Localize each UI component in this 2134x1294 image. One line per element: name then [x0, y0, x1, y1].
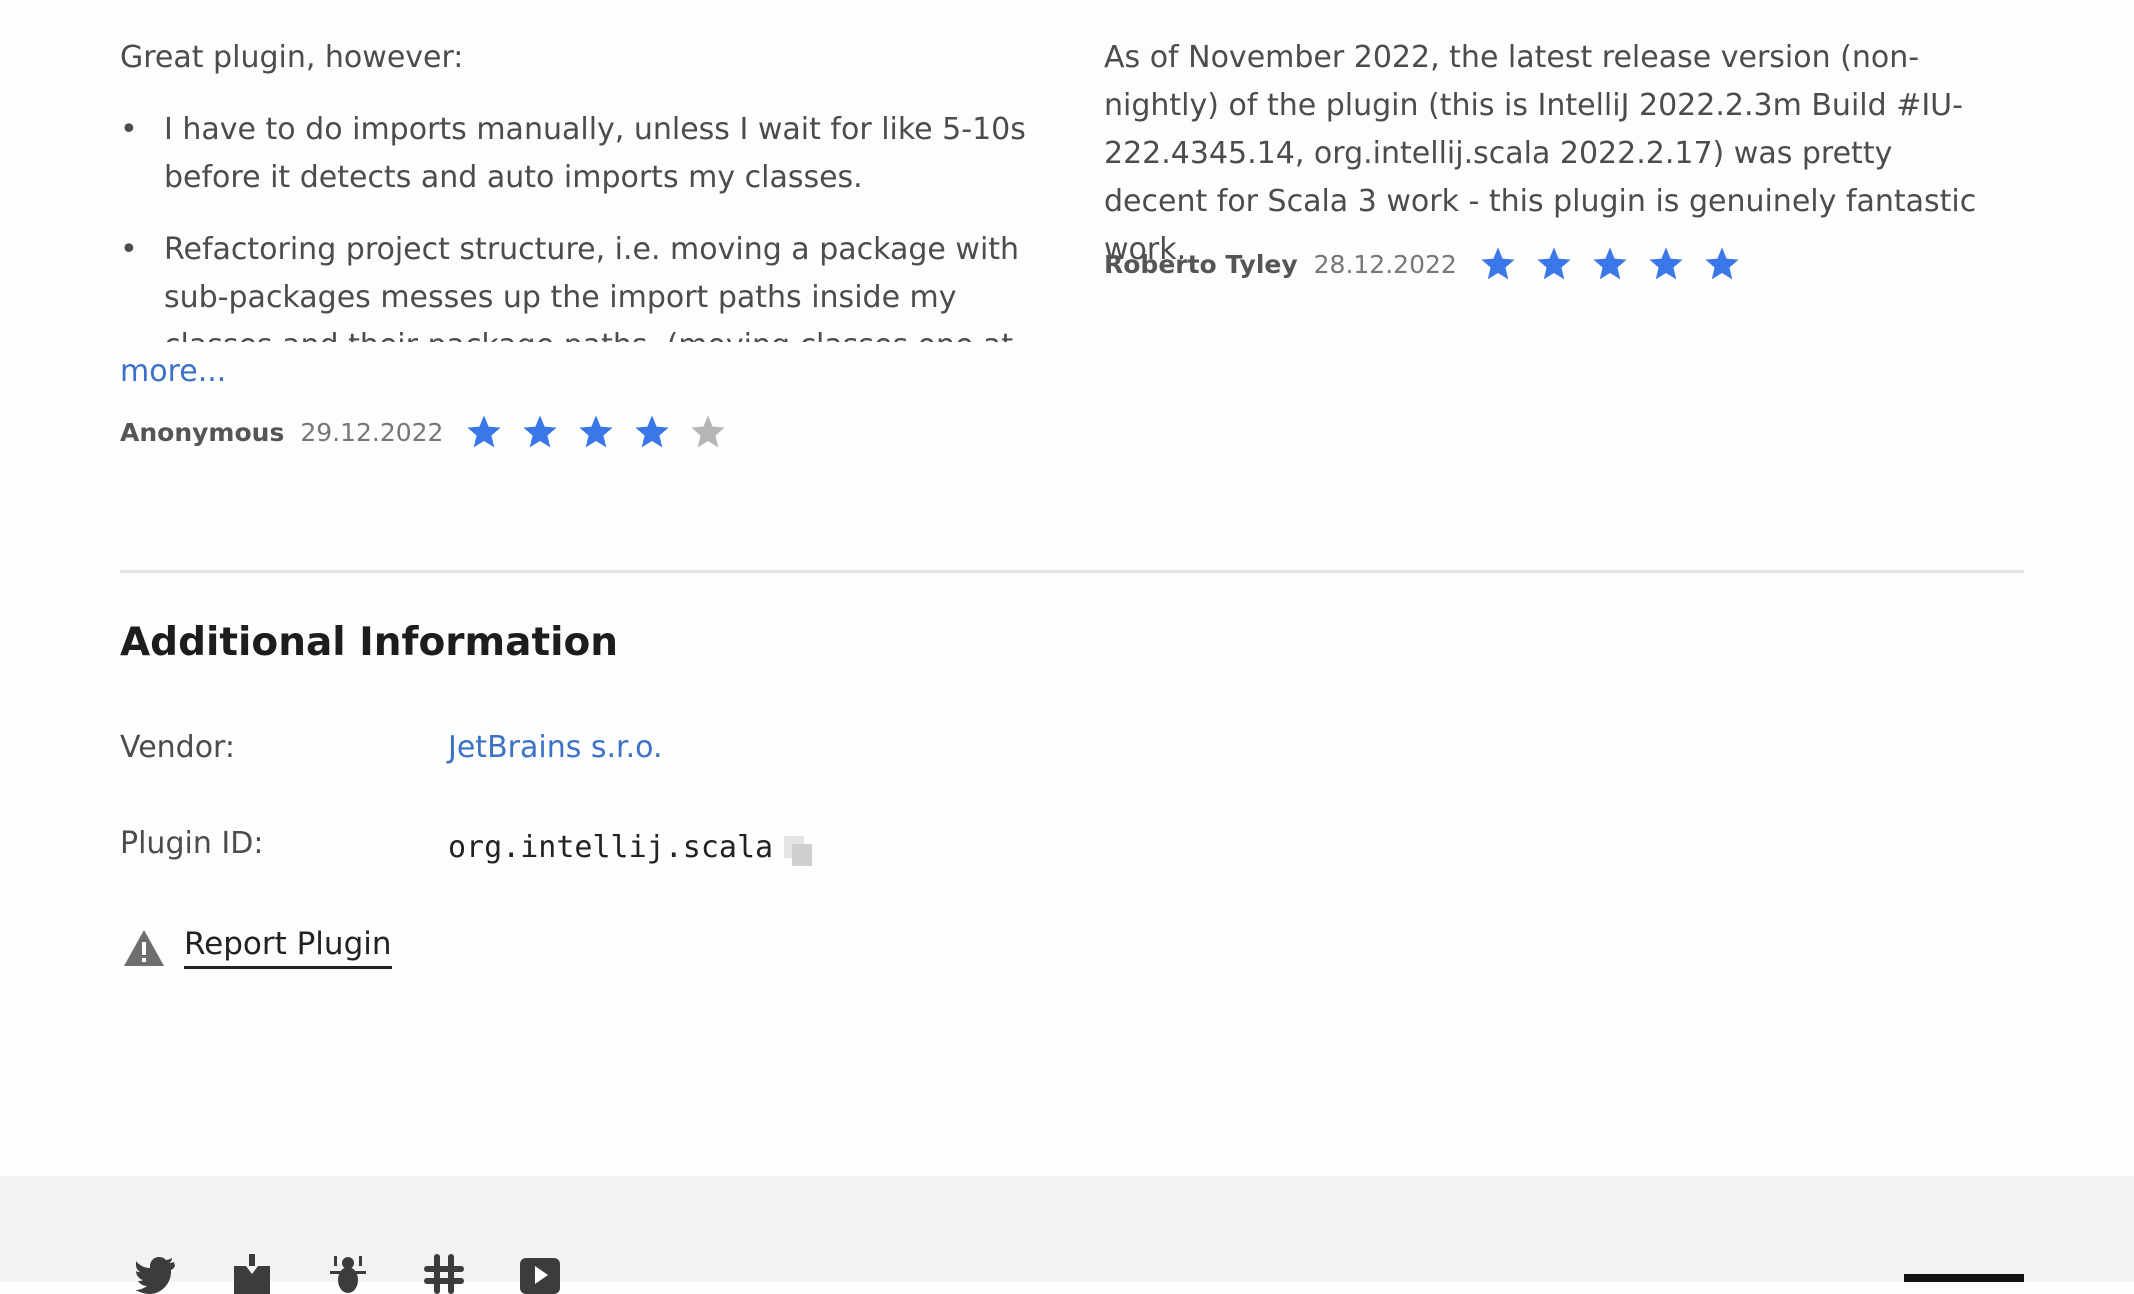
report-plugin-link[interactable]: Report Plugin — [184, 926, 392, 969]
review-meta-roberto: Roberto Tyley 28.12.2022 — [1104, 240, 1759, 288]
bullet-glyph: • — [120, 112, 138, 147]
star-icon — [691, 415, 726, 448]
section-title: Additional Information — [120, 620, 619, 665]
review-author: Anonymous — [120, 417, 285, 447]
more-link[interactable]: more... — [120, 350, 226, 394]
youtube-icon[interactable] — [520, 1254, 560, 1294]
star-icon — [1593, 247, 1627, 280]
footer-button-edge[interactable] — [1904, 1274, 2024, 1282]
review-author: Roberto Tyley — [1104, 249, 1298, 279]
review-roberto-tyley: As of November 2022, the latest release … — [1104, 34, 2004, 274]
bug-icon[interactable] — [328, 1254, 368, 1294]
review-bullet-list: • I have to do imports manually, unless … — [120, 106, 1040, 342]
review-date: 29.12.2022 — [300, 417, 444, 447]
warning-icon — [124, 930, 164, 966]
star-icon — [1481, 247, 1515, 280]
star-icon — [635, 415, 670, 448]
blog-icon[interactable] — [232, 1254, 272, 1294]
review-intro: Great plugin, however: — [120, 40, 464, 75]
copy-icon[interactable] — [782, 834, 816, 868]
star-icon — [1705, 247, 1739, 280]
review-meta-anonymous: Anonymous 29.12.2022 — [120, 408, 745, 456]
list-item: • I have to do imports manually, unless … — [120, 106, 1040, 202]
slack-icon[interactable] — [424, 1254, 464, 1294]
review-anonymous: Great plugin, however: • I have to do im… — [120, 34, 1040, 342]
review-text: As of November 2022, the latest release … — [1104, 40, 1977, 267]
list-item-text: Refactoring project structure, i.e. movi… — [164, 232, 1020, 342]
star-icon — [1649, 247, 1683, 280]
list-item-text: I have to do imports manually, unless I … — [164, 112, 1026, 195]
review-text-clip: Great plugin, however: • I have to do im… — [120, 34, 1040, 342]
star-icon — [1537, 247, 1571, 280]
star-icon — [467, 415, 502, 448]
vendor-link[interactable]: JetBrains s.r.o. — [448, 730, 663, 765]
plugin-id-value: org.intellij.scala — [448, 830, 774, 865]
vendor-label: Vendor: — [120, 730, 235, 765]
section-divider — [120, 570, 2024, 573]
list-item: • Refactoring project structure, i.e. mo… — [120, 226, 1040, 342]
footer — [0, 1176, 2134, 1282]
bullet-glyph: • — [120, 232, 138, 267]
star-icon — [523, 415, 558, 448]
rating-stars — [465, 413, 745, 451]
twitter-icon[interactable] — [136, 1254, 176, 1294]
plugin-id-label: Plugin ID: — [120, 826, 264, 861]
star-icon — [579, 415, 614, 448]
rating-stars — [1479, 245, 1759, 283]
review-date: 28.12.2022 — [1313, 249, 1457, 279]
